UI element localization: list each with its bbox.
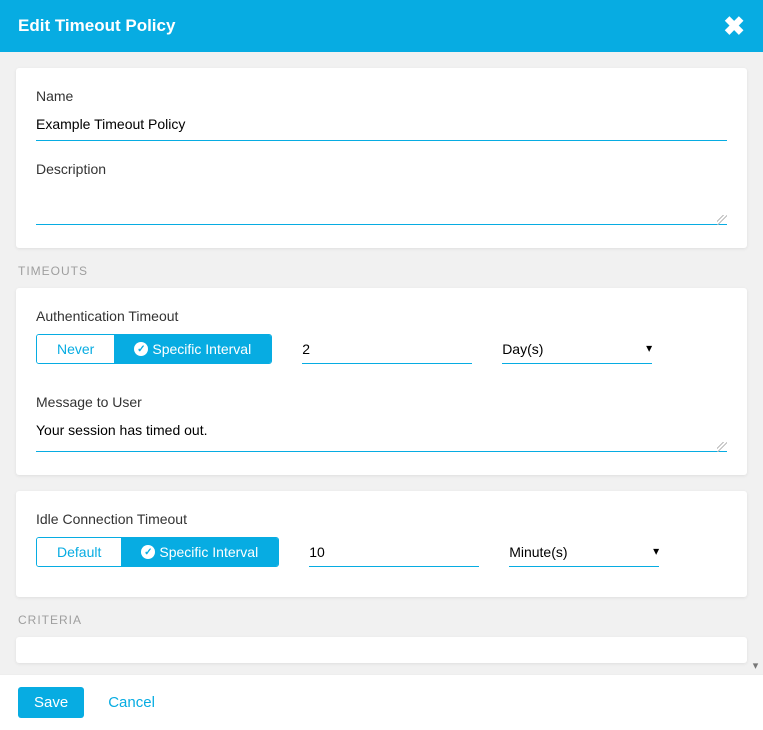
auth-timeout-toggle-group: Never ✓ Specific Interval <box>36 334 272 364</box>
check-circle-icon: ✓ <box>134 342 148 356</box>
dialog-header: Edit Timeout Policy ✖ <box>0 0 763 52</box>
idle-timeout-toggle-group: Default ✓ Specific Interval <box>36 537 279 567</box>
toggle-label: Never <box>57 341 94 357</box>
auth-interval-input[interactable] <box>302 335 472 364</box>
check-circle-icon: ✓ <box>141 545 155 559</box>
dialog-title: Edit Timeout Policy <box>18 16 175 36</box>
dialog-body-scroll[interactable]: Name Description TIMEOUTS Authentication… <box>0 52 763 674</box>
idle-unit-select[interactable]: Minute(s) <box>509 538 659 567</box>
idle-timeout-option-specific-interval[interactable]: ✓ Specific Interval <box>121 538 278 566</box>
toggle-label: Specific Interval <box>152 341 251 357</box>
save-button[interactable]: Save <box>18 687 84 718</box>
card-idle-connection-timeout: Idle Connection Timeout Default ✓ Specif… <box>16 491 747 597</box>
dialog-footer: Save Cancel <box>0 674 763 730</box>
toggle-label: Specific Interval <box>159 544 258 560</box>
name-label: Name <box>36 88 727 104</box>
message-to-user-input[interactable]: Your session has timed out. <box>36 416 727 452</box>
idle-timeout-label: Idle Connection Timeout <box>36 511 727 527</box>
auth-timeout-option-never[interactable]: Never <box>37 335 114 363</box>
auth-timeout-option-specific-interval[interactable]: ✓ Specific Interval <box>114 335 271 363</box>
close-icon[interactable]: ✖ <box>723 13 745 39</box>
card-criteria <box>16 637 747 663</box>
description-input[interactable] <box>36 183 727 225</box>
description-label: Description <box>36 161 727 177</box>
auth-unit-select[interactable]: Day(s) <box>502 335 652 364</box>
toggle-label: Default <box>57 544 101 560</box>
section-heading-timeouts: TIMEOUTS <box>18 264 745 278</box>
message-to-user-label: Message to User <box>36 394 727 410</box>
auth-timeout-label: Authentication Timeout <box>36 308 727 324</box>
idle-timeout-option-default[interactable]: Default <box>37 538 121 566</box>
name-input[interactable] <box>36 110 727 141</box>
card-basic-info: Name Description <box>16 68 747 248</box>
idle-interval-input[interactable] <box>309 538 479 567</box>
scroll-down-icon[interactable]: ▾ <box>748 659 763 674</box>
card-authentication-timeout: Authentication Timeout Never ✓ Specific … <box>16 288 747 475</box>
cancel-button[interactable]: Cancel <box>108 694 155 711</box>
section-heading-criteria: CRITERIA <box>18 613 745 627</box>
